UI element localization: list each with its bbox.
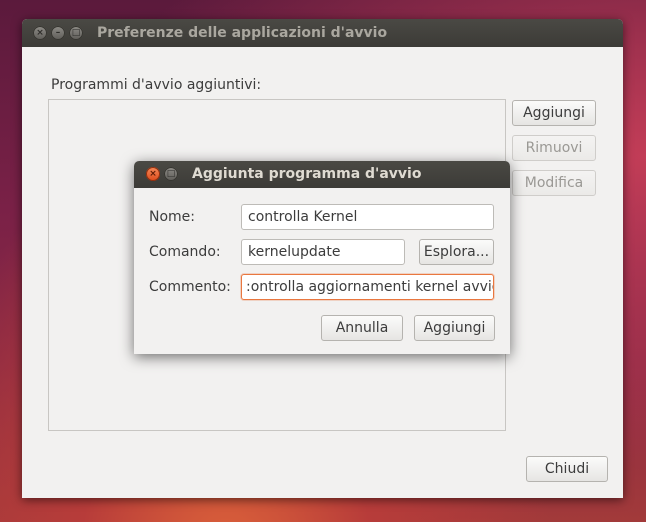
comment-field-value: :ontrolla aggiornamenti kernel avvio	[246, 279, 494, 295]
name-label: Nome:	[149, 209, 196, 225]
close-button[interactable]: Chiudi	[526, 456, 608, 482]
name-field-value: controlla Kernel	[248, 209, 358, 225]
comment-label: Commento:	[149, 279, 231, 295]
command-label: Comando:	[149, 244, 221, 260]
minimize-icon[interactable]: –	[51, 26, 65, 40]
dialog-add-button[interactable]: Aggiungi	[414, 315, 495, 341]
name-field[interactable]: controlla Kernel	[241, 204, 494, 230]
cancel-button[interactable]: Annulla	[321, 315, 403, 341]
dialog-titlebar[interactable]: × □ Aggiunta programma d'avvio	[134, 161, 510, 188]
dialog-title: Aggiunta programma d'avvio	[192, 166, 422, 182]
main-titlebar[interactable]: × – □ Preferenze delle applicazioni d'av…	[22, 19, 623, 47]
comment-field[interactable]: :ontrolla aggiornamenti kernel avvio	[241, 274, 494, 300]
command-field-value: kernelupdate	[248, 244, 341, 260]
main-window-title: Preferenze delle applicazioni d'avvio	[97, 25, 388, 41]
command-field[interactable]: kernelupdate	[241, 239, 405, 265]
add-button[interactable]: Aggiungi	[512, 100, 596, 126]
programs-label: Programmi d'avvio aggiuntivi:	[51, 77, 262, 93]
close-icon[interactable]: ×	[33, 26, 47, 40]
edit-button[interactable]: Modifica	[512, 170, 596, 196]
remove-button[interactable]: Rimuovi	[512, 135, 596, 161]
maximize-icon[interactable]: □	[164, 167, 178, 181]
browse-button[interactable]: Esplora...	[419, 239, 494, 265]
maximize-icon[interactable]: □	[69, 26, 83, 40]
add-startup-program-dialog: × □ Aggiunta programma d'avvio Nome: con…	[134, 161, 510, 354]
close-icon[interactable]: ×	[146, 167, 160, 181]
